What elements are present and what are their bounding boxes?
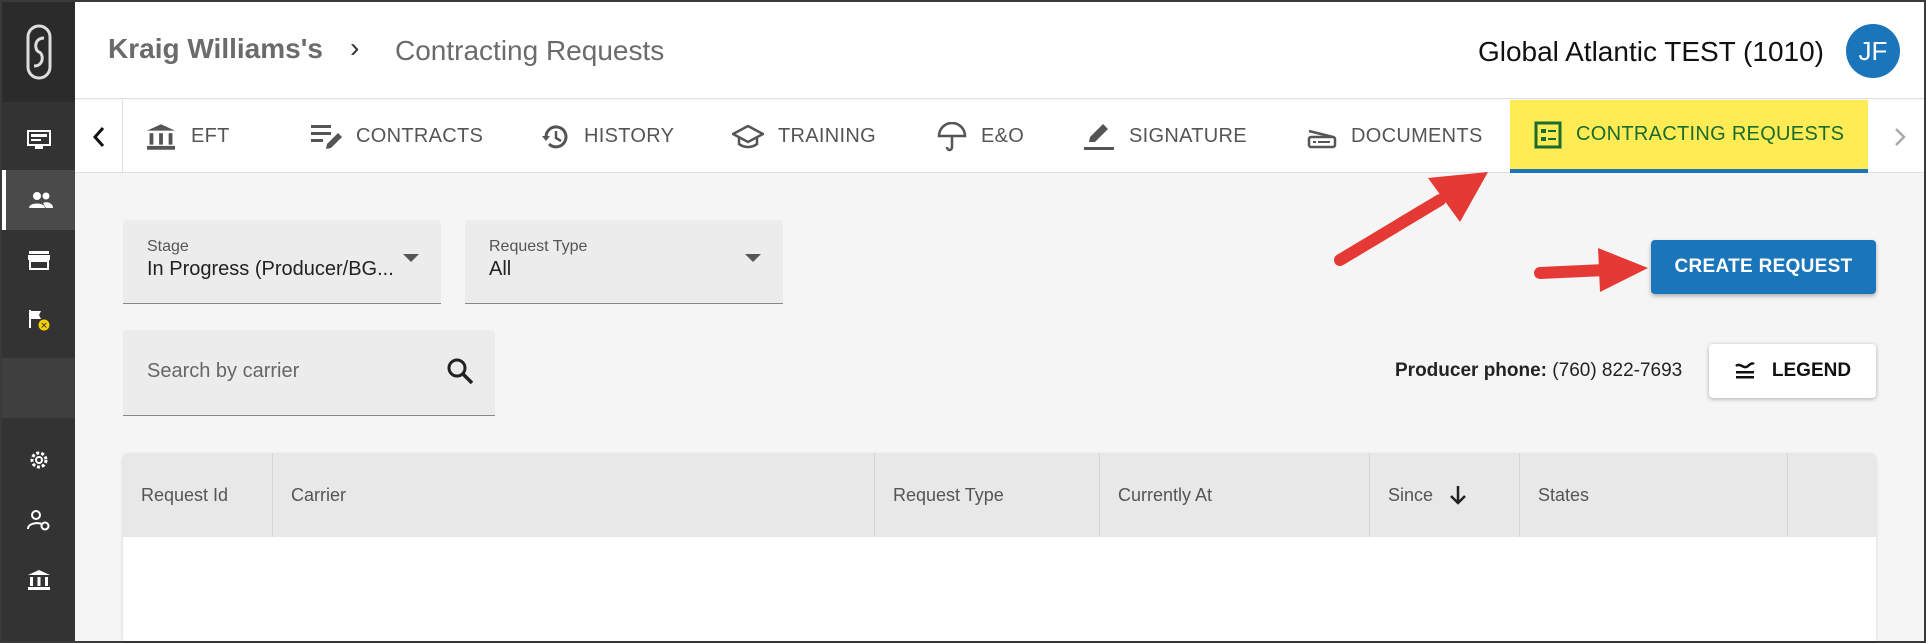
logo-icon[interactable] [2,2,75,102]
agency-name: Global Atlantic TEST (1010) [1477,36,1824,67]
sort-descending-icon[interactable] [1449,485,1467,505]
tabs-scroll-left-button[interactable] [75,100,123,173]
tab-eo[interactable]: E&O [937,100,1024,173]
tab-label: CONTRACTING REQUESTS [1576,123,1845,145]
main-content: Kraig Williams's › Contracting Requests … [75,2,1924,641]
column-label: States [1538,484,1590,505]
avatar[interactable]: JF [1846,24,1900,78]
column-label: Request Id [141,484,229,505]
flag-icon: ✕ [28,310,49,332]
legend-label: LEGEND [1771,360,1852,381]
tab-label: CONTRACTS [356,125,484,147]
bank-icon [147,123,175,150]
breadcrumb-separator-icon: › [350,32,360,63]
breadcrumb-owner[interactable]: Kraig Williams's [108,33,323,65]
rail-settings[interactable] [2,430,75,490]
page-title: Contracting Requests [395,35,665,66]
requests-table: Request Id Carrier Request Type Currentl… [123,453,1876,641]
column-since[interactable]: Since [1370,453,1520,537]
column-label: Request Type [893,484,1004,505]
column-label: Currently At [1118,484,1213,505]
legend-button[interactable]: LEGEND [1709,344,1876,398]
list-icon [1534,121,1562,148]
history-icon [542,124,568,148]
stage-select[interactable]: Stage In Progress (Producer/BG... [123,220,441,304]
user-settings-icon [26,510,49,531]
chevron-right-icon [1895,127,1906,146]
tab-signature[interactable]: SIGNATURE [1083,100,1247,173]
rail-store[interactable] [2,230,75,290]
rail-flag[interactable]: ✕ [2,290,75,350]
request-type-select[interactable]: Request Type All [465,220,783,304]
search-icon[interactable] [445,356,475,386]
tab-eft[interactable]: EFT [145,100,230,173]
column-request-type[interactable]: Request Type [875,453,1100,537]
rail-bank[interactable] [2,550,75,610]
people-icon [28,192,53,208]
tab-history[interactable]: HISTORY [540,100,674,173]
scanner-icon [1307,129,1337,148]
rail-divider [2,358,75,418]
tab-label: EFT [191,125,230,147]
tab-label: DOCUMENTS [1351,125,1483,147]
tab-documents[interactable]: DOCUMENTS [1307,100,1483,173]
stage-value: In Progress (Producer/BG... [147,258,394,280]
column-label: Since [1388,484,1434,505]
tab-label: SIGNATURE [1129,125,1247,147]
table-header: Request Id Carrier Request Type Currentl… [123,453,1876,537]
column-states[interactable]: States [1520,453,1788,537]
request-type-label: Request Type [489,238,588,255]
umbrella-icon [937,121,967,151]
legend-icon [1735,362,1755,379]
chevron-left-icon [92,126,104,147]
tab-label: E&O [981,125,1025,147]
column-request-id[interactable]: Request Id [123,453,273,537]
settings-icon [30,451,47,469]
search-input[interactable]: Search by carrier [123,330,495,416]
producer-phone: Producer phone: (760) 822-7693 [1395,360,1682,382]
create-request-button[interactable]: CREATE REQUEST [1651,240,1876,294]
rail-dashboard[interactable] [2,110,75,170]
tab-label: TRAINING [778,125,876,147]
tab-training[interactable]: TRAINING [732,100,876,173]
tab-contracts[interactable]: CONTRACTS [310,100,483,173]
top-bar: Kraig Williams's › Contracting Requests … [75,2,1924,99]
tab-bar: EFT CONTRACTS HISTORY TRAINING E&O SIGNA… [75,100,1924,173]
left-rail: ✕ [2,2,75,641]
request-type-value: All [489,258,512,280]
tab-label: HISTORY [584,125,675,147]
school-icon [732,124,764,148]
producer-phone-value: (760) 822-7693 [1552,360,1683,381]
rail-people[interactable] [2,170,75,230]
stage-label: Stage [147,238,189,255]
producer-phone-label: Producer phone: [1395,360,1548,381]
pen-icon [1084,123,1114,150]
tabs-scroll-right-button[interactable] [1876,100,1924,173]
tab-contracting-requests[interactable]: CONTRACTING REQUESTS [1510,100,1869,173]
column-carrier[interactable]: Carrier [273,453,875,537]
dropdown-arrow-icon [745,254,761,262]
search-placeholder: Search by carrier [147,360,300,382]
svg-text:✕: ✕ [40,322,48,332]
monitor-icon [26,130,51,149]
column-label: Carrier [291,484,347,505]
rail-user-settings[interactable] [2,490,75,550]
dropdown-arrow-icon [403,254,419,262]
bank-icon [27,570,50,590]
column-currently-at[interactable]: Currently At [1100,453,1370,537]
contracts-icon [311,124,342,149]
store-icon [27,251,50,270]
